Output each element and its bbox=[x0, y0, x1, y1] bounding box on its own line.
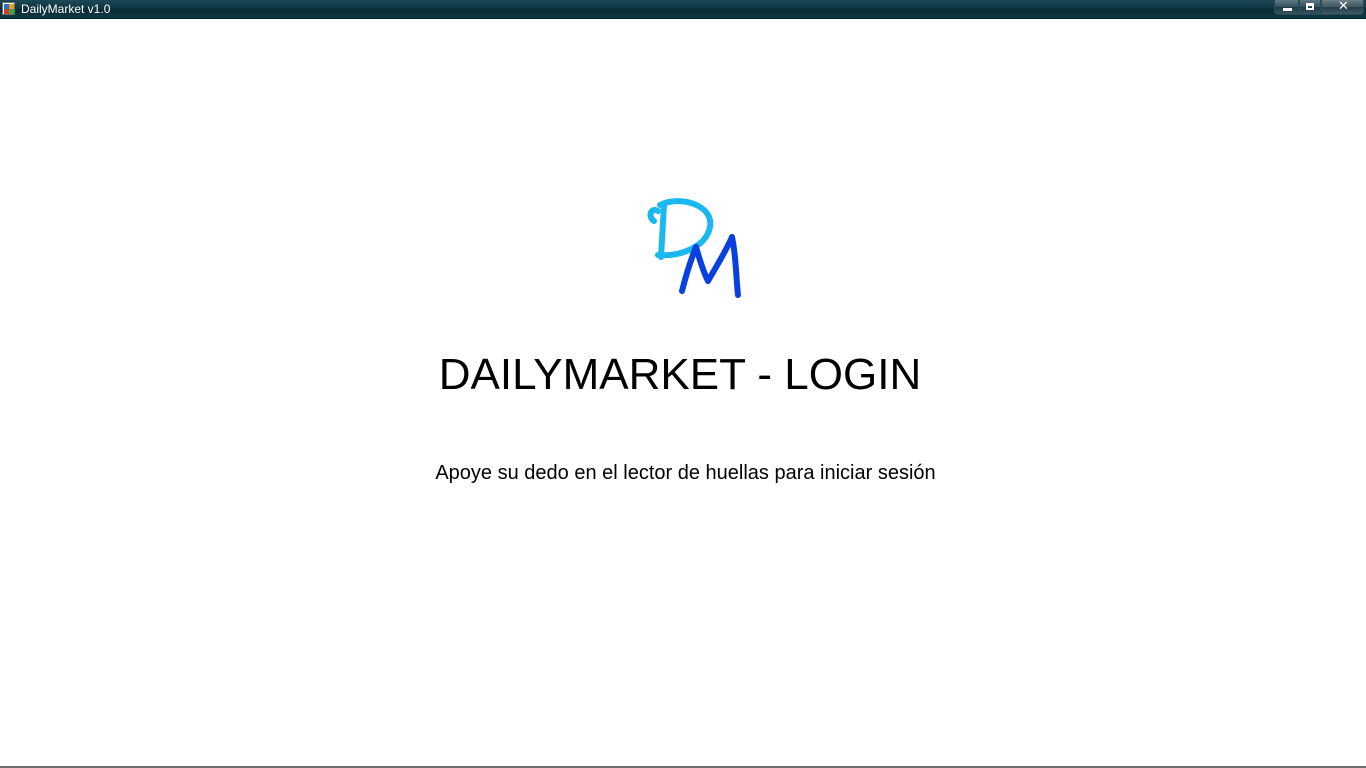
maximize-button[interactable] bbox=[1299, 0, 1321, 15]
close-icon: ✕ bbox=[1338, 0, 1349, 14]
logo-letter-m bbox=[679, 234, 741, 298]
application-icon[interactable] bbox=[2, 2, 15, 15]
login-screen: DAILYMARKET - LOGIN Apoye su dedo en el … bbox=[0, 19, 1366, 766]
fingerprint-instruction: Apoye su dedo en el lector de huellas pa… bbox=[435, 462, 936, 484]
logo-letter-d bbox=[647, 198, 714, 260]
window-controls: ✕ bbox=[1274, 0, 1364, 16]
dailymarket-logo bbox=[647, 198, 741, 298]
minimize-button[interactable] bbox=[1274, 0, 1299, 15]
page-title: DAILYMARKET - LOGIN bbox=[438, 350, 922, 399]
window-title: DailyMarket v1.0 bbox=[21, 2, 111, 16]
minimize-icon bbox=[1283, 8, 1292, 11]
close-button[interactable]: ✕ bbox=[1321, 0, 1364, 15]
title-bar[interactable]: DailyMarket v1.0 ✕ bbox=[0, 0, 1366, 19]
maximize-icon bbox=[1306, 3, 1314, 10]
app-window: DailyMarket v1.0 ✕ DAILYMARKET - LOGIN A… bbox=[0, 0, 1366, 768]
